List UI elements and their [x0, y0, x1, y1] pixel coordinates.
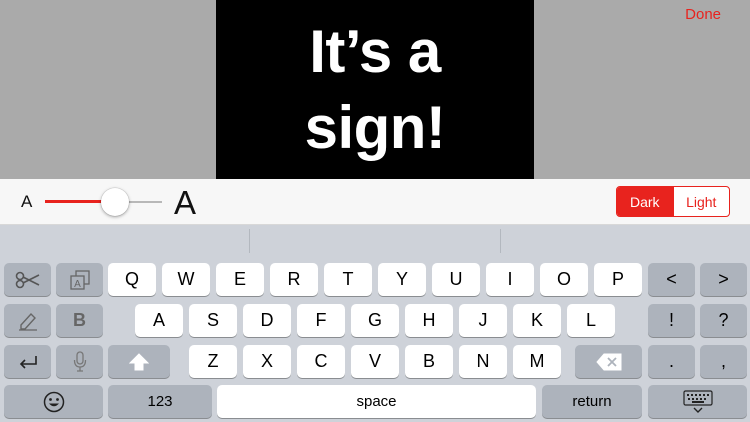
controls-bar: A A Dark Light	[0, 179, 750, 225]
emoji-key[interactable]	[4, 385, 103, 418]
predictive-bar	[0, 225, 750, 255]
shift-arrow-icon	[129, 352, 149, 371]
key-p[interactable]: P	[594, 263, 642, 296]
key-o[interactable]: O	[540, 263, 588, 296]
key-x[interactable]: X	[243, 345, 291, 378]
key-y[interactable]: Y	[378, 263, 426, 296]
font-size-small-label: A	[21, 192, 33, 211]
font-size-slider[interactable]	[45, 187, 162, 217]
predictive-divider	[249, 229, 250, 253]
key-a[interactable]: A	[135, 304, 183, 337]
dictation-key[interactable]	[56, 345, 103, 378]
question-key[interactable]: ?	[700, 304, 747, 337]
key-z[interactable]: Z	[189, 345, 237, 378]
keyboard-dismiss-icon	[682, 389, 713, 414]
theme-segmented-control: Dark Light	[616, 186, 730, 217]
key-g[interactable]: G	[351, 304, 399, 337]
copy-key[interactable]: A	[56, 263, 103, 296]
key-j[interactable]: J	[459, 304, 507, 337]
comma-key[interactable]: ,	[700, 345, 747, 378]
key-q[interactable]: Q	[108, 263, 156, 296]
key-r[interactable]: R	[270, 263, 318, 296]
key-m[interactable]: M	[513, 345, 561, 378]
slider-thumb[interactable]	[101, 188, 129, 216]
undo-icon	[18, 354, 38, 370]
pen-icon	[17, 311, 39, 331]
sign-text: It’s a sign!	[304, 17, 446, 161]
copy-icon: A	[69, 269, 91, 290]
key-b[interactable]: B	[405, 345, 453, 378]
cut-key[interactable]	[4, 263, 51, 296]
key-i[interactable]: I	[486, 263, 534, 296]
cursor-right-key[interactable]: >	[700, 263, 747, 296]
done-button[interactable]: Done	[685, 6, 721, 23]
bold-key[interactable]: B	[56, 304, 103, 337]
space-key[interactable]: space	[217, 385, 536, 418]
key-c[interactable]: C	[297, 345, 345, 378]
return-key[interactable]: return	[542, 385, 642, 418]
numbers-key[interactable]: 123	[108, 385, 212, 418]
key-h[interactable]: H	[405, 304, 453, 337]
key-u[interactable]: U	[432, 263, 480, 296]
exclamation-key[interactable]: !	[648, 304, 695, 337]
key-k[interactable]: K	[513, 304, 561, 337]
key-s[interactable]: S	[189, 304, 237, 337]
key-w[interactable]: W	[162, 263, 210, 296]
sign-canvas: It’s a sign! Done	[0, 0, 750, 179]
emoji-icon	[43, 391, 65, 413]
key-e[interactable]: E	[216, 263, 264, 296]
svg-text:A: A	[74, 279, 81, 290]
keyboard: A Q W E R T Y U I O P < > B A S D F G H …	[0, 225, 750, 422]
dismiss-keyboard-key[interactable]	[648, 385, 747, 418]
key-f[interactable]: F	[297, 304, 345, 337]
microphone-icon	[73, 350, 87, 373]
theme-dark-button[interactable]: Dark	[617, 187, 673, 216]
period-key[interactable]: .	[648, 345, 695, 378]
backspace-icon	[595, 353, 622, 371]
theme-light-button[interactable]: Light	[672, 187, 730, 216]
predictive-divider	[500, 229, 501, 253]
shift-key[interactable]	[108, 345, 170, 378]
key-v[interactable]: V	[351, 345, 399, 378]
key-t[interactable]: T	[324, 263, 372, 296]
scissors-icon	[15, 271, 41, 289]
cursor-left-key[interactable]: <	[648, 263, 695, 296]
markup-key[interactable]	[4, 304, 51, 337]
sign-display: It’s a sign!	[216, 0, 534, 179]
delete-key[interactable]	[575, 345, 642, 378]
key-n[interactable]: N	[459, 345, 507, 378]
key-l[interactable]: L	[567, 304, 615, 337]
key-d[interactable]: D	[243, 304, 291, 337]
font-size-large-label: A	[174, 184, 197, 221]
undo-key[interactable]	[4, 345, 51, 378]
